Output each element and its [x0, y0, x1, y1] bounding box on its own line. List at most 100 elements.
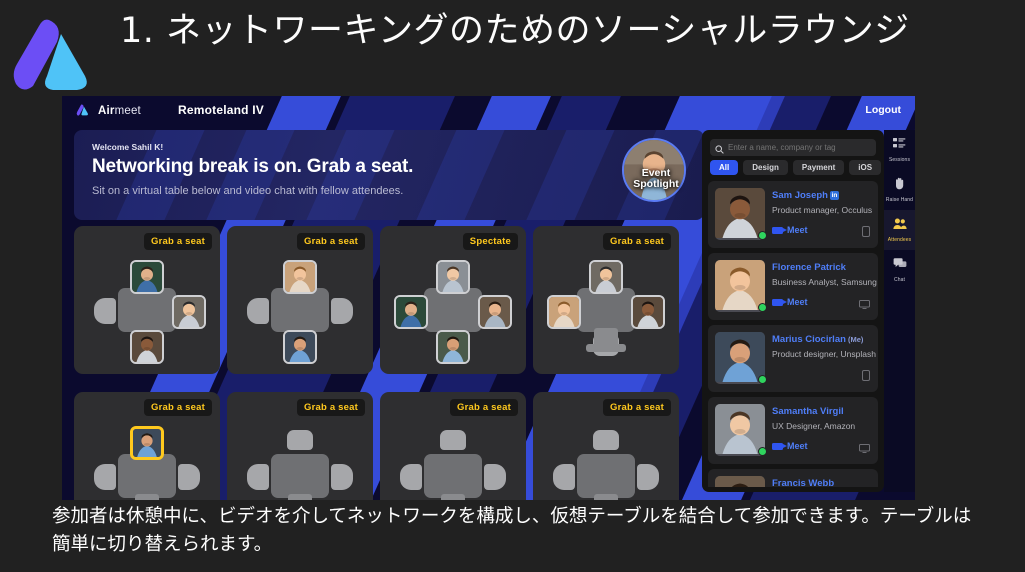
- table-action-button[interactable]: Grab a seat: [603, 233, 671, 250]
- filter-chip-all[interactable]: All: [710, 160, 739, 175]
- rail-item-attendees[interactable]: Attendees: [884, 210, 915, 250]
- seated-attendee-avatar[interactable]: [172, 295, 206, 329]
- linkedin-icon[interactable]: in: [829, 191, 839, 200]
- table-foot: [586, 344, 626, 352]
- seated-attendee-avatar[interactable]: [283, 330, 317, 364]
- filter-chip-payment[interactable]: Payment: [792, 160, 845, 175]
- welcome-text: Welcome Sahil K!: [92, 142, 164, 152]
- table-action-button[interactable]: Grab a seat: [144, 233, 212, 250]
- table-action-button[interactable]: Grab a seat: [450, 399, 518, 416]
- seated-attendee-avatar[interactable]: [130, 330, 164, 364]
- table-action-button[interactable]: Grab a seat: [297, 399, 365, 416]
- meet-button[interactable]: Meet: [772, 225, 808, 235]
- table-stem: [594, 494, 618, 500]
- attendee-self-tag: (Me): [845, 335, 864, 344]
- chair-right[interactable]: [637, 464, 659, 490]
- airmeet-mark-icon: [76, 103, 91, 118]
- seated-attendee-avatar[interactable]: [283, 260, 317, 294]
- attendee-avatar: [715, 332, 765, 384]
- attendee-avatar: [715, 188, 765, 240]
- search-input[interactable]: [710, 139, 876, 156]
- table-action-button[interactable]: Grab a seat: [603, 399, 671, 416]
- desktop-device-icon: [859, 440, 870, 458]
- logout-button[interactable]: Logout: [865, 104, 901, 116]
- slide-caption: 参加者は休憩中に、ビデオを介してネットワークを構成し、仮想テーブルを結合して参加…: [52, 506, 972, 555]
- table-surface: [424, 454, 482, 498]
- chair-top[interactable]: [287, 430, 313, 450]
- video-camera-icon: [772, 442, 787, 450]
- meet-button[interactable]: Meet: [772, 441, 808, 451]
- rail-item-sessions[interactable]: Sessions: [884, 130, 915, 170]
- filter-chip-design[interactable]: Design: [743, 160, 788, 175]
- rail-item-chat[interactable]: Chat: [884, 250, 915, 290]
- chair-left[interactable]: [247, 464, 269, 490]
- chair-left[interactable]: [94, 464, 116, 490]
- meet-button-label: Meet: [787, 225, 808, 235]
- attendee-role: Business Analyst, Samsung: [772, 277, 877, 287]
- table-surface: [118, 288, 176, 332]
- rail-item-raise-hand[interactable]: Raise Hand: [884, 170, 915, 210]
- chair-right[interactable]: [331, 298, 353, 324]
- networking-table-card[interactable]: Grab a seat: [227, 226, 373, 374]
- rail-item-label: Raise Hand: [885, 197, 914, 203]
- chair-right[interactable]: [331, 464, 353, 490]
- brand-lockup: Airmeet: [76, 103, 141, 118]
- airmeet-app-window: Airmeet Remoteland IV Logout Welcome Sah…: [62, 96, 915, 500]
- chair-left[interactable]: [400, 464, 422, 490]
- online-status-dot: [758, 231, 767, 240]
- mobile-device-icon: [862, 368, 870, 386]
- networking-table-card[interactable]: Grab a seat: [74, 226, 220, 374]
- brand-name-light: meet: [114, 104, 141, 117]
- table-stem: [288, 494, 312, 500]
- seated-attendee-avatar[interactable]: [478, 295, 512, 329]
- networking-table-card[interactable]: Grab a seat: [74, 392, 220, 500]
- table-action-button[interactable]: Spectate: [462, 233, 518, 250]
- seated-attendee-avatar[interactable]: [631, 295, 665, 329]
- meet-button-label: Meet: [787, 441, 808, 451]
- attendee-name: Marius Ciocirlan (Me): [772, 334, 864, 345]
- attendee-list-item[interactable]: Samantha Virgil UX Designer, Amazon Meet: [708, 397, 878, 464]
- table-action-button[interactable]: Grab a seat: [144, 399, 212, 416]
- chair-left[interactable]: [247, 298, 269, 324]
- networking-table-card[interactable]: Grab a seat: [533, 226, 679, 374]
- chair-left[interactable]: [94, 298, 116, 324]
- app-topbar: Airmeet Remoteland IV Logout: [62, 96, 915, 126]
- attendee-name: Samantha Virgil: [772, 406, 844, 417]
- attendee-role: Product manager, Occulus: [772, 205, 873, 215]
- networking-tables-grid: Grab a seat Grab a seat Spectate Grab a sea…: [74, 226, 704, 500]
- attendee-avatar: [715, 260, 765, 312]
- meet-button[interactable]: Meet: [772, 297, 808, 307]
- seated-attendee-avatar[interactable]: [394, 295, 428, 329]
- attendees-icon: [892, 217, 907, 235]
- chair-left[interactable]: [553, 464, 575, 490]
- seated-attendee-avatar[interactable]: [436, 330, 470, 364]
- chair-right[interactable]: [484, 464, 506, 490]
- event-title: Remoteland IV: [178, 103, 264, 117]
- table-action-button[interactable]: Grab a seat: [297, 233, 365, 250]
- sessions-icon: [893, 137, 906, 155]
- rail-item-label: Chat: [894, 277, 905, 283]
- event-spotlight[interactable]: Event Spotlight: [622, 138, 690, 202]
- attendee-list-item[interactable]: Marius Ciocirlan (Me) Product designer, U…: [708, 325, 878, 392]
- networking-table-card[interactable]: Grab a seat: [533, 392, 679, 500]
- attendee-list-item[interactable]: Francis Webb: [708, 469, 878, 487]
- attendee-list-item[interactable]: Florence Patrick Business Analyst, Samsun…: [708, 253, 878, 320]
- attendee-list[interactable]: Sam Joseph in Product manager, Occulus Meet…: [708, 181, 878, 487]
- filter-chips: All Design Payment iOS: [710, 160, 882, 175]
- table-stage: [380, 410, 526, 500]
- seated-attendee-avatar[interactable]: [547, 295, 581, 329]
- networking-table-card[interactable]: Grab a seat: [227, 392, 373, 500]
- hero-headline: Networking break is on. Grab a seat.: [92, 156, 414, 177]
- chair-right[interactable]: [178, 464, 200, 490]
- seated-attendee-avatar[interactable]: [589, 260, 623, 294]
- networking-table-card[interactable]: Grab a seat: [380, 392, 526, 500]
- seated-attendee-avatar[interactable]: [436, 260, 470, 294]
- networking-table-card[interactable]: Spectate: [380, 226, 526, 374]
- rail-item-label: Attendees: [887, 237, 912, 243]
- filter-chip-ios[interactable]: iOS: [849, 160, 882, 175]
- seated-attendee-avatar[interactable]: [130, 260, 164, 294]
- chair-top[interactable]: [440, 430, 466, 450]
- seated-attendee-avatar[interactable]: [130, 426, 164, 460]
- chair-top[interactable]: [593, 430, 619, 450]
- attendee-list-item[interactable]: Sam Joseph in Product manager, Occulus Meet: [708, 181, 878, 248]
